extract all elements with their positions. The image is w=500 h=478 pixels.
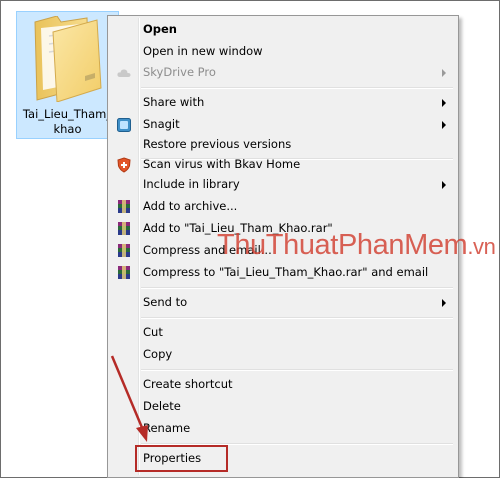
watermark-part-2: PhanMem [337,229,468,261]
watermark-part-3: .vn [467,234,496,259]
watermark-part-1: ThuThuat [217,229,338,261]
watermark-text: ThuThuatPhanMem.vn [217,229,496,262]
